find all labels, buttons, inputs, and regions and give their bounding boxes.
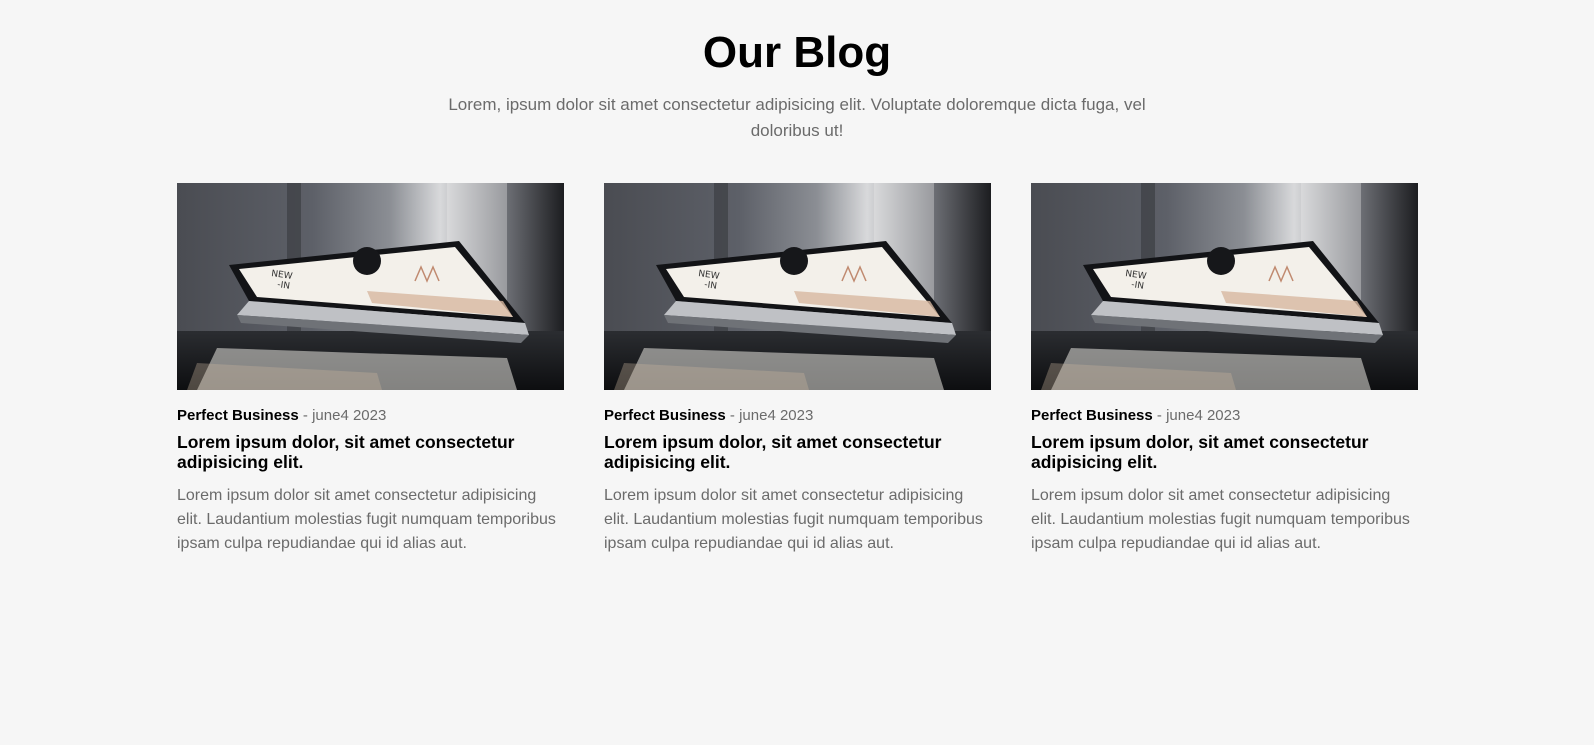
blog-section: Our Blog Lorem, ipsum dolor sit amet con… xyxy=(0,0,1594,745)
blog-card-title[interactable]: Lorem ipsum dolor, sit amet consectetur … xyxy=(1031,432,1418,472)
blog-card[interactable]: NEW -IN Perfect Business - june4 2023 Lo… xyxy=(604,183,991,556)
blog-card-date: june4 2023 xyxy=(739,407,814,424)
blog-card-category[interactable]: Perfect Business xyxy=(1031,407,1153,424)
section-subtitle: Lorem, ipsum dolor sit amet consectetur … xyxy=(448,95,1146,140)
blog-card-title[interactable]: Lorem ipsum dolor, sit amet consectetur … xyxy=(604,432,991,472)
blog-card-image[interactable]: NEW -IN xyxy=(1031,183,1418,390)
blog-card-category[interactable]: Perfect Business xyxy=(604,407,726,424)
blog-card[interactable]: NEW -IN Perfect Business - june4 2023 Lo… xyxy=(1031,183,1418,556)
blog-card-excerpt: Lorem ipsum dolor sit amet consectetur a… xyxy=(1031,487,1410,552)
blog-card-excerpt: Lorem ipsum dolor sit amet consectetur a… xyxy=(177,487,556,552)
blog-card-image[interactable]: NEW -IN xyxy=(177,183,564,390)
blog-card-meta: Perfect Business - june4 2023 xyxy=(604,406,991,426)
blog-card-category[interactable]: Perfect Business xyxy=(177,407,299,424)
laptop-photo: NEW -IN xyxy=(177,183,564,390)
meta-separator: - xyxy=(298,407,313,424)
blog-card-date: june4 2023 xyxy=(312,407,387,424)
meta-separator: - xyxy=(725,407,740,424)
svg-text:-IN: -IN xyxy=(277,280,291,292)
blog-card-title[interactable]: Lorem ipsum dolor, sit amet consectetur … xyxy=(177,432,564,472)
svg-text:-IN: -IN xyxy=(704,280,718,292)
page-title: Our Blog xyxy=(702,28,892,77)
blog-card-meta: Perfect Business - june4 2023 xyxy=(177,406,564,426)
meta-separator: - xyxy=(1152,407,1167,424)
blog-card-meta: Perfect Business - june4 2023 xyxy=(1031,406,1418,426)
blog-card-list: NEW -IN Perfect Business - june4 2023 Lo… xyxy=(177,183,1418,556)
laptop-photo: NEW -IN xyxy=(604,183,991,390)
svg-text:-IN: -IN xyxy=(1131,280,1145,292)
blog-card[interactable]: NEW -IN Perfect Business - june4 2023 Lo… xyxy=(177,183,564,556)
blog-card-date: june4 2023 xyxy=(1166,407,1241,424)
laptop-photo: NEW -IN xyxy=(1031,183,1418,390)
blog-card-excerpt: Lorem ipsum dolor sit amet consectetur a… xyxy=(604,487,983,552)
blog-card-image[interactable]: NEW -IN xyxy=(604,183,991,390)
